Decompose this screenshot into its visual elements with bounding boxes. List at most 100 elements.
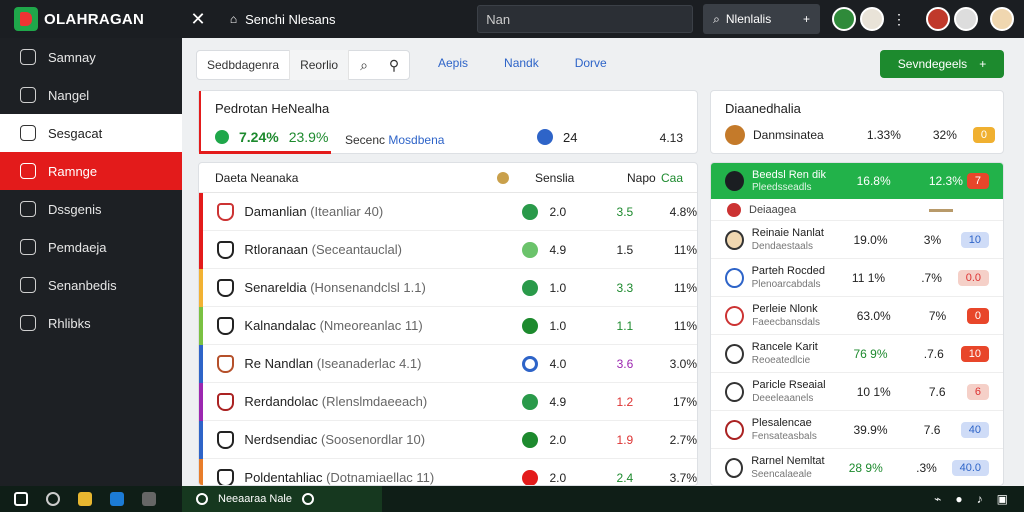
more-icon[interactable]: ⋮ [892, 11, 906, 28]
search-box[interactable]: ⌕ Nlenlalis + [703, 4, 820, 34]
tab-item[interactable]: Nandk [504, 56, 539, 70]
team-name: Poldentahliac (Dotnamiaellac 11) [244, 470, 435, 485]
top-input[interactable]: Nan [477, 5, 694, 33]
row-value-1: 28 9% [848, 460, 883, 475]
app-logo[interactable]: OLAHRAGAN [0, 0, 180, 38]
team-icon [727, 202, 741, 217]
sidebar-item[interactable]: Samnay [0, 38, 182, 76]
list-item[interactable]: Rarnel Nemltat Seencalaeale 28 9% .3% 40.… [711, 449, 1003, 485]
sidebar-item[interactable]: Rhlibks [0, 304, 182, 342]
status-badge: 0.0 [957, 269, 989, 286]
tab-item[interactable]: Aepis [438, 56, 468, 70]
taskbar-active-app[interactable]: Neeaaraa Nale [182, 486, 382, 512]
table-row[interactable]: Kalnandalac (Nmeoreanlac 11) 1.0 1.1 11% [199, 307, 697, 345]
window-icon[interactable] [14, 492, 28, 506]
browser-icon[interactable] [110, 492, 124, 506]
pin-icon[interactable]: ⚲ [379, 57, 409, 74]
column-header-c2[interactable]: Napo [627, 171, 661, 185]
row-accent [199, 345, 203, 383]
avatar-icon[interactable] [832, 7, 856, 31]
right-summary-row[interactable]: Danmsinatea 1.33% 32% 0 [725, 125, 995, 145]
sidebar-item[interactable]: Nangel [0, 76, 182, 114]
box-icon [20, 125, 36, 141]
user-avatar[interactable] [990, 7, 1014, 31]
row-value-1: 63.0% [856, 308, 891, 323]
list-item-highlighted[interactable]: Beedsl Ren dik Pleedsseadls 16.8% 12.3% 7 [711, 163, 1003, 199]
filter-option[interactable]: Reorlio [290, 50, 350, 80]
status-badge: 7 [966, 173, 989, 189]
table-row[interactable]: Rerdandolac (Rlenslmdaeeach) 4.9 1.2 17% [199, 383, 697, 421]
primary-action-button[interactable]: Sevndegeels + [880, 50, 1004, 78]
list-item[interactable]: Reinaie Nanlat Dendaestaals 19.0% 3% 10 [711, 221, 1003, 259]
row-accent [199, 421, 203, 459]
table-row[interactable]: Senareldia (Honsenandclsl 1.1) 1.0 3.3 1… [199, 269, 697, 307]
app-icon[interactable] [142, 492, 156, 506]
table-row[interactable]: Nerdsendiac (Soosenordlar 10) 2.0 1.9 2.… [199, 421, 697, 459]
plus-icon[interactable]: + [803, 12, 810, 26]
sidebar-item-selected[interactable]: Sesgacat [0, 114, 182, 152]
info-icon [537, 129, 553, 145]
avatar [725, 125, 745, 145]
tab-item[interactable]: Dorve [575, 56, 607, 70]
filter-bar: Sedbdagenra Reorlio ⌕ ⚲ [196, 50, 410, 80]
folder-icon[interactable] [78, 492, 92, 506]
avatar-icon[interactable] [954, 7, 978, 31]
row-accent [199, 383, 203, 421]
team-name: Kalnandalac (Nmeoreanlac 11) [244, 318, 423, 333]
row-value-1: 39.9% [853, 422, 888, 437]
summary-icon [20, 49, 36, 65]
table-row[interactable]: Re Nandlan (Iseanaderlac 4.1) 4.0 3.6 3.… [199, 345, 697, 383]
column-header-c3[interactable]: Caa [661, 171, 683, 185]
avatar-icon[interactable] [860, 7, 884, 31]
summary-title: Pedrotan HeNealha [215, 101, 330, 116]
sidebar-item[interactable]: Dssgenis [0, 190, 182, 228]
row-accent [199, 231, 203, 269]
table-row[interactable]: Rtloranaan (Seceantauclal) 4.9 1.5 11% [199, 231, 697, 269]
column-header-name[interactable]: Daeta Neanaka [215, 171, 497, 185]
sidebar-item[interactable]: Pemdaeja [0, 228, 182, 266]
row-value-2: 12.3% [928, 174, 963, 188]
sidebar-item[interactable]: Senanbedis [0, 266, 182, 304]
search-icon[interactable]: ⌕ [349, 57, 379, 74]
row-value-2: 7% [928, 308, 947, 323]
sidebar: Samnay Nangel Sesgacat Ramnge Dssgenis P… [0, 38, 182, 486]
notification-icon[interactable]: ▣ [997, 492, 1008, 506]
ball-icon[interactable]: ● [955, 492, 962, 506]
filter-dropdown[interactable]: Sedbdagenra [197, 50, 291, 80]
list-item[interactable]: Parteh Rocded Plenoarcabdals 11 1% .7% 0.… [711, 259, 1003, 297]
summary-meta: Secenc Mosdbena [345, 133, 444, 147]
sidebar-item-label: Ramnge [48, 163, 98, 179]
avatar-icon[interactable] [926, 7, 950, 31]
column-header-c1[interactable]: Senslia [535, 171, 627, 185]
home-icon[interactable]: ⌂ [230, 12, 237, 26]
subheader-label: Deiaagea [749, 203, 797, 216]
list-item[interactable]: Paricle Rseaial Deeeleaanels 10 1% 7.6 6 [711, 373, 1003, 411]
row-value-1: 76 9% [853, 346, 888, 361]
window-icon [20, 163, 36, 179]
search-icon[interactable] [46, 492, 60, 506]
row-value-2: 7.6 [923, 422, 941, 437]
logo-text: OLAHRAGAN [44, 10, 145, 28]
sidebar-item-label: Senanbedis [48, 277, 117, 293]
cell-value: 2.4 [616, 470, 634, 485]
cell-value: 4.9 [549, 242, 567, 257]
cell-value: 11% [673, 318, 697, 333]
sidebar-item-active[interactable]: Ramnge [0, 152, 182, 190]
flag-icon [522, 469, 538, 485]
status-dot-icon [215, 130, 229, 144]
grid-icon [20, 277, 36, 293]
table-row[interactable]: Poldentahliac (Dotnamiaellac 11) 2.0 2.4… [199, 459, 697, 485]
list-item[interactable]: Plesalencae Fensateasbals 39.9% 7.6 40 [711, 411, 1003, 449]
meta-link[interactable]: Mosdbena [388, 133, 444, 147]
row-accent [199, 459, 203, 485]
network-icon[interactable]: ⌁ [934, 492, 941, 506]
sidebar-item-label: Sesgacat [48, 125, 103, 141]
row-value-2: .7.6 [923, 346, 944, 361]
list-item[interactable]: Rancele Karit Reoeatedlcie 76 9% .7.6 10 [711, 335, 1003, 373]
list-item[interactable]: Perleie Nlonk Faeecbansdals 63.0% 7% 0 [711, 297, 1003, 335]
team-crest-icon [725, 381, 745, 402]
close-icon[interactable]: ✕ [180, 9, 216, 30]
volume-icon[interactable]: ♪ [977, 492, 983, 506]
table-row[interactable]: Damanlian (Iteanliar 40) 2.0 3.5 4.8% [199, 193, 697, 231]
info-icon[interactable] [497, 171, 509, 184]
